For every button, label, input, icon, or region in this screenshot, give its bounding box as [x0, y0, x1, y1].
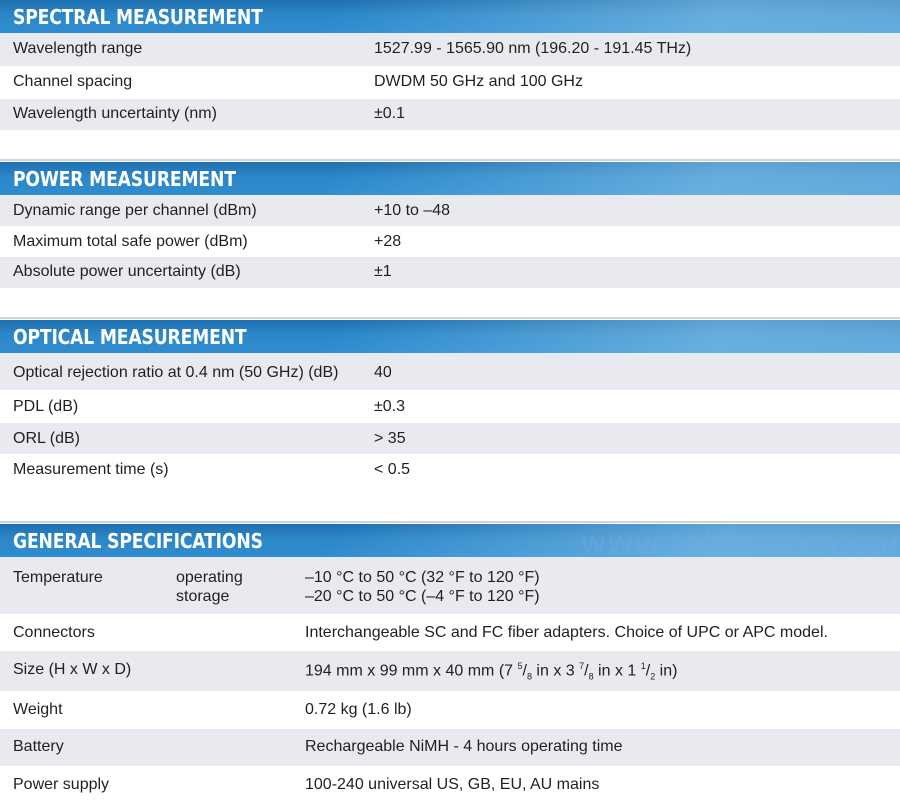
spec-value: Interchangeable SC and FC fiber adapters… — [305, 624, 828, 641]
table-row: Power supply 100-240 universal US, GB, E… — [0, 766, 900, 800]
table-row: Measurement time (s) < 0.5 — [0, 454, 900, 487]
spec-label: Power supply — [13, 776, 110, 793]
sub-label-operating: operating — [176, 569, 243, 586]
spec-value: DWDM 50 GHz and 100 GHz — [374, 73, 583, 90]
spec-label: Absolute power uncertainty (dB) — [13, 263, 241, 280]
spec-value: Rechargeable NiMH - 4 hours operating ti… — [305, 738, 623, 755]
table-row: ORL (dB) > 35 — [0, 423, 900, 454]
divider — [0, 521, 900, 523]
spec-label: Size (H x W x D) — [13, 661, 132, 678]
table-row: Weight 0.72 kg (1.6 lb) — [0, 691, 900, 729]
section-title: POWER MEASUREMENT — [13, 167, 236, 191]
spec-value: +10 to –48 — [374, 202, 451, 219]
section-header-spectral: SPECTRAL MEASUREMENT — [0, 0, 900, 33]
spec-label: Battery — [13, 738, 64, 755]
spec-value: 40 — [374, 364, 392, 381]
table-row: Optical rejection ratio at 0.4 nm (50 GH… — [0, 353, 900, 390]
spec-label: Measurement time (s) — [13, 461, 169, 478]
spec-label: Temperature — [13, 569, 103, 586]
table-row: Size (H x W x D) 194 mm x 99 mm x 40 mm … — [0, 651, 900, 691]
spec-value: ±0.1 — [374, 105, 406, 122]
divider — [0, 159, 900, 161]
spec-value: +28 — [374, 233, 402, 250]
spec-label: Weight — [13, 701, 63, 718]
spec-label: Wavelength uncertainty (nm) — [13, 105, 217, 122]
table-row: Connectors Interchangeable SC and FC fib… — [0, 614, 900, 651]
spec-value: 0.72 kg (1.6 lb) — [305, 701, 412, 718]
spec-label: Connectors — [13, 624, 95, 641]
spec-value: –20 °C to 50 °C (–4 °F to 120 °F) — [305, 588, 540, 605]
table-row: Channel spacing DWDM 50 GHz and 100 GHz — [0, 66, 900, 99]
spec-value: 194 mm x 99 mm x 40 mm (7 5/8 in x 3 7/8… — [305, 661, 678, 682]
spec-value: ±0.3 — [374, 398, 406, 415]
spec-value: –10 °C to 50 °C (32 °F to 120 °F) — [305, 569, 540, 586]
section-header-power: POWER MEASUREMENT — [0, 162, 900, 195]
table-row: Maximum total safe power (dBm) +28 — [0, 226, 900, 257]
spec-value: ±1 — [374, 263, 392, 280]
table-row: Dynamic range per channel (dBm) +10 to –… — [0, 195, 900, 226]
section-header-optical: OPTICAL MEASUREMENT — [0, 320, 900, 353]
spec-label: PDL (dB) — [13, 398, 79, 415]
table-row: Battery Rechargeable NiMH - 4 hours oper… — [0, 729, 900, 766]
spec-label: Channel spacing — [13, 73, 133, 90]
table-row: Temperature operating storage –10 °C to … — [0, 557, 900, 614]
spec-value: 100-240 universal US, GB, EU, AU mains — [305, 776, 600, 793]
spec-label: ORL (dB) — [13, 430, 80, 447]
spec-value: 1527.99 - 1565.90 nm (196.20 - 191.45 TH… — [374, 40, 692, 57]
section-title: SPECTRAL MEASUREMENT — [13, 5, 263, 29]
table-row: Absolute power uncertainty (dB) ±1 — [0, 257, 900, 288]
divider — [0, 317, 900, 319]
spec-label: Dynamic range per channel (dBm) — [13, 202, 257, 219]
section-title: GENERAL SPECIFICATIONS — [13, 529, 263, 553]
table-row: PDL (dB) ±0.3 — [0, 390, 900, 423]
sub-label-storage: storage — [176, 588, 230, 605]
table-row: Wavelength uncertainty (nm) ±0.1 — [0, 99, 900, 130]
spec-value: > 35 — [374, 430, 406, 447]
spec-label: Optical rejection ratio at 0.4 nm (50 GH… — [13, 364, 339, 381]
spec-label: Wavelength range — [13, 40, 143, 57]
spec-value: < 0.5 — [374, 461, 411, 478]
table-row: Wavelength range 1527.99 - 1565.90 nm (1… — [0, 33, 900, 66]
spec-label: Maximum total safe power (dBm) — [13, 233, 248, 250]
section-title: OPTICAL MEASUREMENT — [13, 325, 247, 349]
